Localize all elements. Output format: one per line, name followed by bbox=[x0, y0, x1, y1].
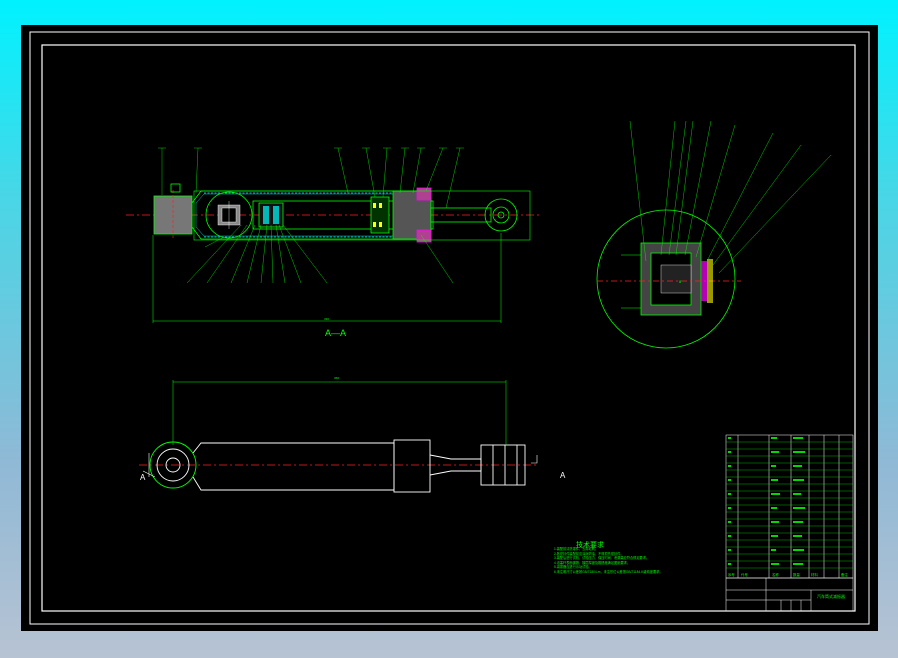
section-view-labels: A—A 330 bbox=[324, 317, 346, 338]
header-code: 代号 bbox=[741, 572, 748, 577]
note-line: 3.装配后进行试验，试验压力、保压时间、泄漏量应符合规定要求。 bbox=[554, 556, 650, 560]
notes-block: 1.装配前清洗零件，去除毛刺。 2.各密封件装配前应涂润滑油，不得损伤密封件。 … bbox=[554, 533, 663, 574]
section-view bbox=[126, 147, 541, 323]
note-line: 6.未注明尺寸公差按GB/T1804-m，未注形位公差按GB/T1184-K级精… bbox=[554, 569, 663, 574]
section-marker-left: A bbox=[140, 473, 146, 482]
section-label: A—A bbox=[325, 328, 346, 338]
dimension-top: 330 bbox=[324, 317, 329, 321]
drawing-sheet: A—A 330 8 360 A A 序号 代号 名称 数量 材料 备注 汽车筒式… bbox=[21, 25, 878, 631]
outer-frame bbox=[29, 31, 870, 625]
header-index: 序号 bbox=[728, 572, 735, 577]
parts-list bbox=[725, 434, 854, 612]
exterior-view bbox=[139, 380, 538, 493]
header-name: 名称 bbox=[772, 572, 779, 577]
dimension-bottom: 360 bbox=[334, 376, 339, 380]
drawing-name: 汽车筒式减振器 bbox=[817, 593, 845, 599]
header-remark: 备注 bbox=[841, 572, 848, 577]
section-marker-right: A bbox=[560, 471, 566, 480]
cad-drawing: A—A 330 8 360 A A 序号 代号 名称 数量 材料 备注 汽车筒式… bbox=[29, 31, 870, 625]
header-qty: 数量 bbox=[793, 572, 800, 577]
header-material: 材料 bbox=[811, 572, 818, 577]
detail-view bbox=[596, 120, 832, 349]
